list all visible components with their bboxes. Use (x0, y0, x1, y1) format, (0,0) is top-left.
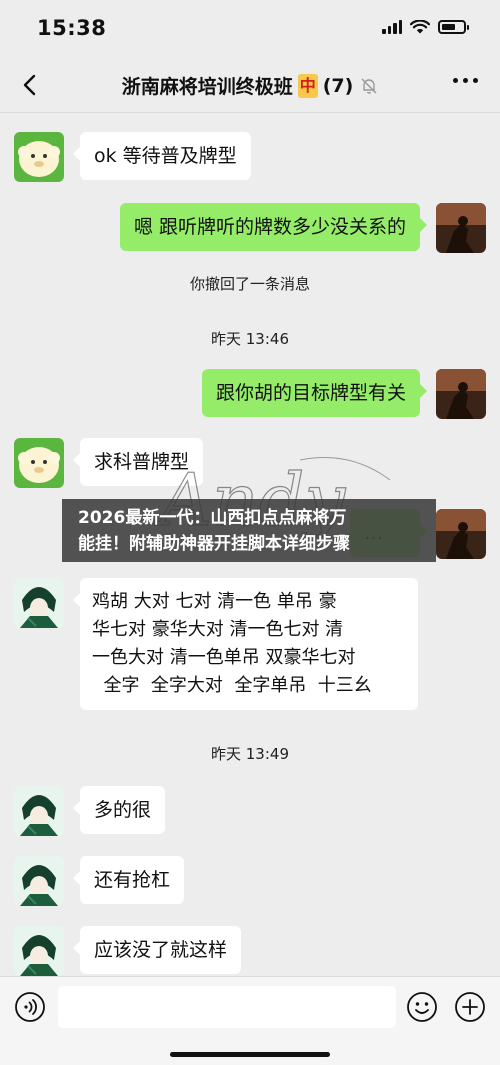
battery-icon (438, 20, 469, 34)
more-icon[interactable] (453, 78, 478, 83)
message-line: 全字 全字大对 全字单吊 十三幺 (92, 675, 372, 696)
message-bubble[interactable]: 应该没了就这样 (72, 926, 242, 974)
message-bubble[interactable]: 多的很 (72, 786, 166, 834)
avatar-self[interactable] (436, 203, 486, 253)
avatar-self[interactable] (436, 509, 486, 559)
avatar-self[interactable] (436, 369, 486, 419)
timestamp: 昨天 13:46 (211, 330, 289, 348)
system-notice: 你撤回了一条消息 (189, 275, 310, 293)
avatar-anime[interactable] (14, 578, 64, 628)
status-icons (382, 20, 469, 34)
voice-icon[interactable] (14, 991, 46, 1023)
avatar-anime[interactable] (14, 786, 64, 836)
self-avatar-icon (436, 369, 486, 419)
status-time: 15:38 (37, 16, 107, 40)
avatar-sheep[interactable] (14, 438, 64, 488)
message-line: 华七对 豪华大对 清一色七对 清 (92, 619, 344, 640)
banner-line: 2026最新一代：山西扣点点麻将万 (78, 508, 347, 528)
message-bubble-self[interactable]: 跟你胡的目标牌型有关 (201, 369, 428, 417)
plus-icon[interactable] (454, 991, 486, 1023)
signal-icon (382, 20, 402, 34)
status-bar: 15:38 (0, 0, 500, 58)
banner-line: 能挂！附辅助神器开挂脚本详细步骤 (78, 534, 350, 554)
mahjong-tile-icon: 中 (297, 73, 318, 98)
sheep-avatar-icon (14, 132, 64, 182)
home-indicator (170, 1052, 330, 1057)
avatar-sheep[interactable] (14, 132, 64, 182)
watermark-banner: 2026最新一代：山西扣点点麻将万 能挂！附辅助神器开挂脚本详细步骤 (62, 499, 436, 562)
message-line: 鸡胡 大对 七对 清一色 单吊 豪 (92, 591, 337, 612)
anime-avatar-icon (14, 578, 64, 628)
avatar-anime[interactable] (14, 926, 64, 976)
message-bubble[interactable]: ok 等待普及牌型 (73, 132, 251, 180)
message-line: 一色大对 清一色单吊 双豪华七对 (92, 647, 356, 668)
self-avatar-icon (436, 203, 486, 253)
timestamp: 昨天 13:49 (211, 745, 289, 763)
group-name: 浙南麻将培训终极班 (121, 76, 293, 98)
wifi-icon (410, 20, 430, 34)
member-count: (7) (322, 74, 354, 97)
anime-avatar-icon (14, 786, 64, 836)
mute-bell-icon (361, 78, 377, 94)
chat-header: 浙南麻将培训终极班 中 (7) (0, 58, 500, 113)
message-bubble[interactable]: 还有抢杠 (72, 856, 185, 904)
anime-avatar-icon (14, 926, 64, 976)
avatar-anime[interactable] (14, 856, 64, 906)
message-bubble-self[interactable]: 嗯 跟听牌听的牌数多少没关系的 (119, 203, 428, 251)
emoji-icon[interactable] (406, 991, 438, 1023)
chat-title: 浙南麻将培训终极班 中 (7) (0, 72, 500, 99)
self-avatar-icon (436, 509, 486, 559)
message-input[interactable] (58, 986, 396, 1028)
message-bubble[interactable]: 鸡胡 大对 七对 清一色 单吊 豪 华七对 豪华大对 清一色七对 清 一色大对 … (73, 578, 418, 710)
anime-avatar-icon (14, 856, 64, 906)
sheep-avatar-icon (14, 438, 64, 488)
